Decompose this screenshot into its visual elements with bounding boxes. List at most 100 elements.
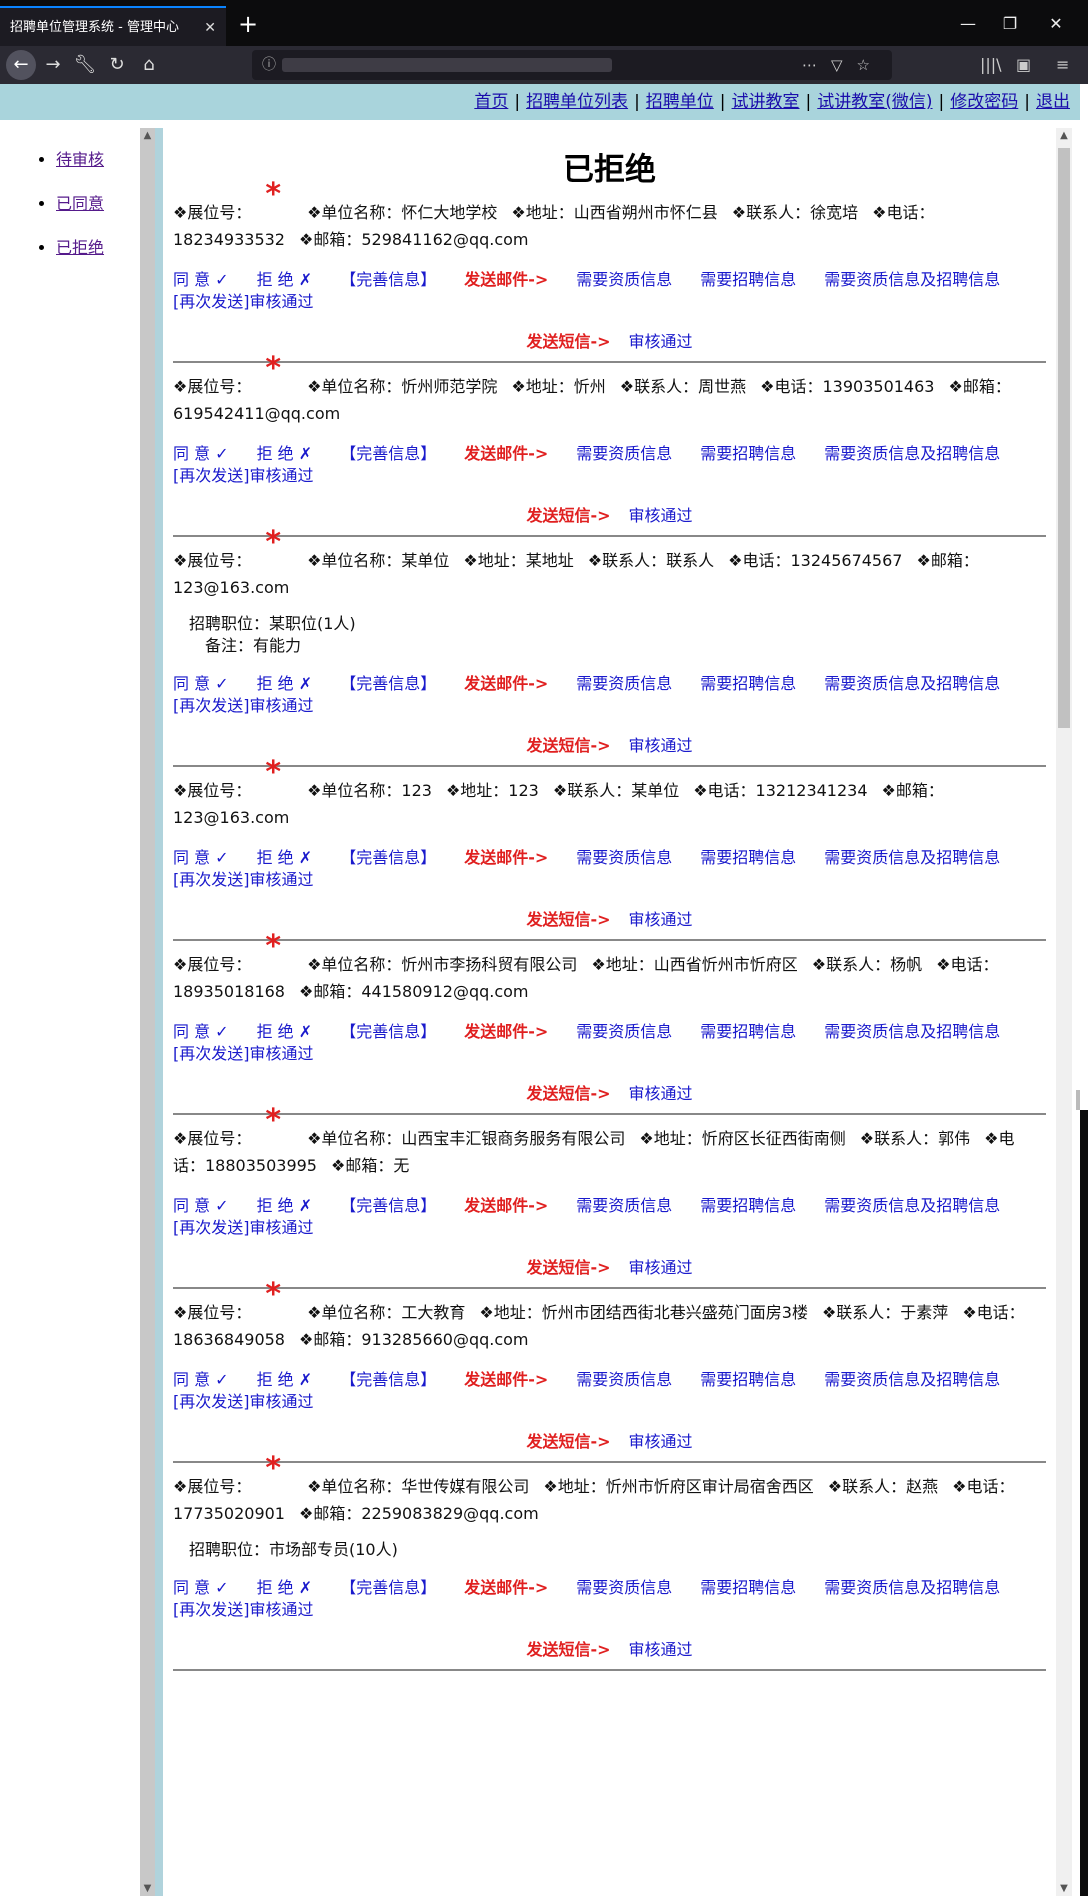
resend-approved-button[interactable]: [再次发送]审核通过 bbox=[173, 1600, 314, 1619]
need-recruit-button[interactable]: 需要招聘信息 bbox=[700, 1196, 796, 1215]
need-both-button[interactable]: 需要资质信息及招聘信息 bbox=[824, 1022, 1000, 1041]
reject-button[interactable]: 拒 绝 ✗ bbox=[257, 1196, 313, 1215]
reject-button[interactable]: 拒 绝 ✗ bbox=[257, 674, 313, 693]
reject-button[interactable]: 拒 绝 ✗ bbox=[257, 848, 313, 867]
resend-approved-button[interactable]: [再次发送]审核通过 bbox=[173, 870, 314, 889]
menu-units[interactable]: 招聘单位 bbox=[646, 92, 714, 112]
menu-icon[interactable]: ≡ bbox=[1056, 46, 1069, 84]
sms-approved-button[interactable]: 审核通过 bbox=[629, 332, 693, 351]
need-both-button[interactable]: 需要资质信息及招聘信息 bbox=[824, 1196, 1000, 1215]
complete-info-button[interactable]: 【完善信息】 bbox=[340, 1196, 436, 1215]
resend-approved-button[interactable]: [再次发送]审核通过 bbox=[173, 292, 314, 311]
close-tab-icon[interactable]: ✕ bbox=[204, 8, 216, 48]
need-both-button[interactable]: 需要资质信息及招聘信息 bbox=[824, 674, 1000, 693]
agree-button[interactable]: 同 意 ✓ bbox=[173, 1022, 229, 1041]
agree-button[interactable]: 同 意 ✓ bbox=[173, 674, 229, 693]
sidebar-link-approved[interactable]: 已同意 bbox=[56, 194, 104, 213]
reject-button[interactable]: 拒 绝 ✗ bbox=[257, 1022, 313, 1041]
agree-button[interactable]: 同 意 ✓ bbox=[173, 270, 229, 289]
sidebar-link-rejected[interactable]: 已拒绝 bbox=[56, 238, 104, 257]
complete-info-button[interactable]: 【完善信息】 bbox=[340, 270, 436, 289]
sms-approved-button[interactable]: 审核通过 bbox=[629, 506, 693, 525]
frame-scrollbar-left[interactable]: ▲ ▼ bbox=[140, 128, 155, 1896]
need-both-button[interactable]: 需要资质信息及招聘信息 bbox=[824, 1578, 1000, 1597]
resend-approved-button[interactable]: [再次发送]审核通过 bbox=[173, 466, 314, 485]
need-both-button[interactable]: 需要资质信息及招聘信息 bbox=[824, 1370, 1000, 1389]
reject-button[interactable]: 拒 绝 ✗ bbox=[257, 1370, 313, 1389]
need-both-button[interactable]: 需要资质信息及招聘信息 bbox=[824, 848, 1000, 867]
complete-info-button[interactable]: 【完善信息】 bbox=[340, 848, 436, 867]
menu-home[interactable]: 首页 bbox=[474, 92, 508, 112]
reject-button[interactable]: 拒 绝 ✗ bbox=[257, 444, 313, 463]
menu-unit-list[interactable]: 招聘单位列表 bbox=[526, 92, 628, 112]
complete-info-button[interactable]: 【完善信息】 bbox=[340, 444, 436, 463]
sms-approved-button[interactable]: 审核通过 bbox=[629, 1084, 693, 1103]
need-qualification-button[interactable]: 需要资质信息 bbox=[576, 270, 672, 289]
frame-divider bbox=[155, 128, 163, 1896]
reject-button[interactable]: 拒 绝 ✗ bbox=[257, 270, 313, 289]
menu-classroom-wechat[interactable]: 试讲教室(微信) bbox=[817, 92, 932, 112]
need-recruit-button[interactable]: 需要招聘信息 bbox=[700, 444, 796, 463]
menu-classroom[interactable]: 试讲教室 bbox=[732, 92, 800, 112]
browser-tab[interactable]: 招聘单位管理系统 - 管理中心 ✕ bbox=[0, 6, 226, 46]
back-icon[interactable]: ← bbox=[6, 50, 36, 80]
restore-icon[interactable]: ❐ bbox=[990, 8, 1030, 40]
sms-approved-button[interactable]: 审核通过 bbox=[629, 736, 693, 755]
menu-change-password[interactable]: 修改密码 bbox=[950, 92, 1018, 112]
agree-button[interactable]: 同 意 ✓ bbox=[173, 1370, 229, 1389]
send-mail-label: 发送邮件-> bbox=[464, 1370, 549, 1389]
need-recruit-button[interactable]: 需要招聘信息 bbox=[700, 1370, 796, 1389]
contact-person: ❖联系人：徐宽培 bbox=[731, 203, 859, 222]
scrollbar-thumb[interactable] bbox=[1058, 148, 1070, 728]
need-qualification-button[interactable]: 需要资质信息 bbox=[576, 1578, 672, 1597]
complete-info-button[interactable]: 【完善信息】 bbox=[340, 1578, 436, 1597]
need-qualification-button[interactable]: 需要资质信息 bbox=[576, 1022, 672, 1041]
need-qualification-button[interactable]: 需要资质信息 bbox=[576, 848, 672, 867]
need-recruit-button[interactable]: 需要招聘信息 bbox=[700, 848, 796, 867]
url-bar[interactable]: ⓘ ⋯▽☆ bbox=[252, 50, 892, 80]
complete-info-button[interactable]: 【完善信息】 bbox=[340, 674, 436, 693]
need-both-button[interactable]: 需要资质信息及招聘信息 bbox=[824, 444, 1000, 463]
home-icon[interactable]: ⌂ bbox=[134, 50, 164, 80]
sms-approved-button[interactable]: 审核通过 bbox=[629, 1640, 693, 1659]
agree-button[interactable]: 同 意 ✓ bbox=[173, 444, 229, 463]
resend-approved-button[interactable]: [再次发送]审核通过 bbox=[173, 696, 314, 715]
new-tab-icon[interactable]: + bbox=[232, 8, 264, 40]
need-recruit-button[interactable]: 需要招聘信息 bbox=[700, 1578, 796, 1597]
minimize-icon[interactable]: — bbox=[948, 8, 988, 40]
need-recruit-button[interactable]: 需要招聘信息 bbox=[700, 1022, 796, 1041]
agree-button[interactable]: 同 意 ✓ bbox=[173, 1196, 229, 1215]
need-both-button[interactable]: 需要资质信息及招聘信息 bbox=[824, 270, 1000, 289]
complete-info-button[interactable]: 【完善信息】 bbox=[340, 1022, 436, 1041]
sms-approved-button[interactable]: 审核通过 bbox=[629, 1432, 693, 1451]
need-recruit-button[interactable]: 需要招聘信息 bbox=[700, 674, 796, 693]
send-sms-label: 发送短信-> bbox=[526, 910, 611, 929]
sms-approved-button[interactable]: 审核通过 bbox=[629, 910, 693, 929]
wrench-icon[interactable]: 🔧︎ bbox=[70, 50, 100, 80]
complete-info-button[interactable]: 【完善信息】 bbox=[340, 1370, 436, 1389]
agree-button[interactable]: 同 意 ✓ bbox=[173, 1578, 229, 1597]
resend-approved-button[interactable]: [再次发送]审核通过 bbox=[173, 1392, 314, 1411]
menu-logout[interactable]: 退出 bbox=[1036, 92, 1070, 112]
need-qualification-button[interactable]: 需要资质信息 bbox=[576, 1196, 672, 1215]
resend-approved-button[interactable]: [再次发送]审核通过 bbox=[173, 1218, 314, 1237]
sidebar-link-pending[interactable]: 待审核 bbox=[56, 150, 104, 169]
entry-info: ❖展位号： * ❖单位名称：怀仁大地学校 ❖地址：山西省朔州市怀仁县 ❖联系人：徐宽培 ❖… bbox=[173, 180, 1046, 253]
resend-approved-button[interactable]: [再次发送]审核通过 bbox=[173, 1044, 314, 1063]
info-icon[interactable]: ⓘ bbox=[262, 50, 276, 80]
content-scrollbar[interactable]: ▲ ▼ bbox=[1056, 128, 1072, 1896]
need-qualification-button[interactable]: 需要资质信息 bbox=[576, 1370, 672, 1389]
need-qualification-button[interactable]: 需要资质信息 bbox=[576, 444, 672, 463]
need-recruit-button[interactable]: 需要招聘信息 bbox=[700, 270, 796, 289]
unit-name: ❖单位名称：山西宝丰汇银商务服务有限公司 bbox=[307, 1129, 626, 1148]
sidebar-icon[interactable]: ▣ bbox=[1016, 46, 1031, 84]
reload-icon[interactable]: ↻ bbox=[102, 50, 132, 80]
library-icon[interactable]: |||\ bbox=[980, 46, 1002, 84]
agree-button[interactable]: 同 意 ✓ bbox=[173, 848, 229, 867]
url-actions[interactable]: ⋯▽☆ bbox=[802, 50, 884, 80]
close-window-icon[interactable]: ✕ bbox=[1036, 8, 1076, 40]
reject-button[interactable]: 拒 绝 ✗ bbox=[257, 1578, 313, 1597]
sms-approved-button[interactable]: 审核通过 bbox=[629, 1258, 693, 1277]
forward-icon[interactable]: → bbox=[38, 50, 68, 80]
need-qualification-button[interactable]: 需要资质信息 bbox=[576, 674, 672, 693]
